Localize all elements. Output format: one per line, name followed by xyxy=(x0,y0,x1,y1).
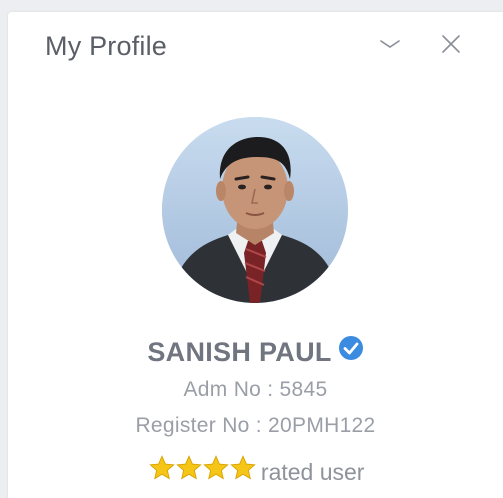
star-icon xyxy=(229,455,256,480)
register-number: Register No : 20PMH122 xyxy=(135,414,376,437)
star-icon xyxy=(148,455,175,480)
chevron-down-icon xyxy=(379,37,401,55)
verified-badge-icon xyxy=(338,335,364,368)
close-button[interactable] xyxy=(435,30,467,62)
panel-title: My Profile xyxy=(45,31,168,61)
collapse-button[interactable] xyxy=(374,30,406,62)
admission-number: Adm No : 5845 xyxy=(183,378,328,401)
profile-name-row: SANISH PAUL xyxy=(8,335,503,368)
close-icon xyxy=(440,33,462,60)
rating-stars xyxy=(147,454,256,488)
star-icon xyxy=(202,455,229,480)
star-icon xyxy=(175,455,202,480)
rating-row: rated user xyxy=(8,455,503,488)
profile-name: SANISH PAUL xyxy=(147,337,332,367)
rating-label: rated user xyxy=(260,459,365,485)
profile-panel: My Profile SANISH PAUL Adm No: 5845 Reg… xyxy=(8,12,503,498)
avatar xyxy=(162,117,348,303)
